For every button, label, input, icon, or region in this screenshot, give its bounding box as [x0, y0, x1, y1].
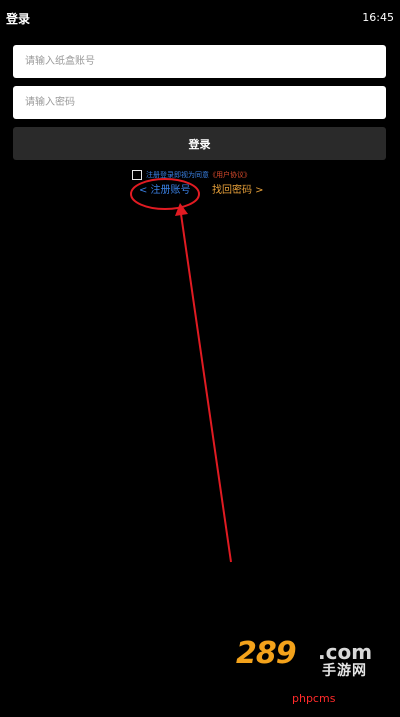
agreement-checkbox[interactable]	[132, 170, 142, 180]
annotation-arrow-line	[180, 213, 232, 563]
account-input[interactable]	[13, 45, 386, 78]
login-button[interactable]: 登录	[13, 127, 386, 160]
status-bar: 登录 16:45	[0, 0, 400, 36]
watermark-brand: 289	[236, 636, 297, 671]
agreement-row: 注册登录即视为同意 《用户协议》	[132, 169, 251, 181]
annotation-arrowhead	[175, 203, 188, 216]
user-agreement-link[interactable]: 《用户协议》	[209, 169, 251, 181]
password-input[interactable]	[13, 86, 386, 119]
forgot-password-link[interactable]: 找回密码 >	[212, 184, 264, 198]
footer-watermark: phpcms	[292, 692, 336, 705]
watermark-subtitle: 手游网	[322, 663, 367, 679]
agreement-text: 注册登录即视为同意	[146, 171, 209, 179]
page-title: 登录	[6, 12, 31, 26]
register-link[interactable]: < 注册账号	[139, 184, 191, 198]
site-watermark-logo: 289 .com 手游网	[236, 636, 386, 680]
status-time: 16:45	[362, 11, 394, 24]
